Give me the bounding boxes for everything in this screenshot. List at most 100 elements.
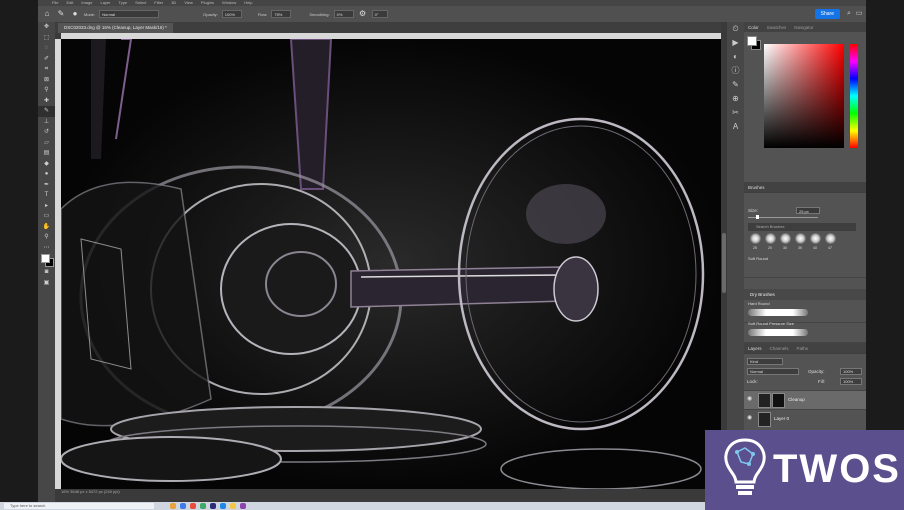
clone-stamp-tool-icon[interactable]: ⊥: [38, 117, 55, 128]
brush-tip-size: 35: [798, 246, 802, 250]
smoothing-field[interactable]: 0%: [333, 10, 354, 18]
brush-name: Soft Round Pressure Size: [748, 321, 795, 326]
history-brush-tool-icon[interactable]: ↺: [38, 127, 55, 138]
slider-knob[interactable]: [756, 215, 759, 219]
brush-tool-icon[interactable]: ✎: [38, 106, 55, 117]
tools-panel: ✥ ⬚ ◌ ✐ ⌗ ⊠ ⚲ ✚ ✎ ⊥ ↺ ▱ ▤ ◆ ● ✒ T ▸ ▭ ✋ …: [38, 22, 55, 502]
crop-tool-icon[interactable]: ⌗: [38, 64, 55, 75]
dodge-tool-icon[interactable]: ●: [38, 169, 55, 180]
document-tab[interactable]: DSC02033.dng @ 16% (Cleanup, Layer Mask/…: [58, 23, 173, 33]
flow-field[interactable]: 75%: [271, 10, 292, 18]
document-canvas[interactable]: [61, 39, 721, 489]
taskbar-app-icon[interactable]: [240, 503, 246, 509]
layer-mask-thumbnail[interactable]: [772, 393, 785, 408]
layer-row[interactable]: ◉ Layer 0: [744, 409, 866, 428]
taskbar-app-icon[interactable]: [230, 503, 236, 509]
tab-swatches[interactable]: Swatches: [767, 25, 787, 30]
brush-list-item[interactable]: Soft Round: [744, 255, 866, 278]
brush-settings-icon[interactable]: ✎: [727, 78, 744, 92]
saturation-value-field[interactable]: [764, 44, 844, 148]
foreground-color-swatch[interactable]: [41, 254, 50, 263]
tool-presets-icon[interactable]: ✂: [727, 106, 744, 120]
info-panel-icon[interactable]: ⓘ: [727, 64, 744, 78]
type-tool-icon[interactable]: T: [38, 190, 55, 201]
pen-tool-icon[interactable]: ✒: [38, 180, 55, 191]
more-tools-icon[interactable]: ⋯: [38, 243, 55, 254]
mode-select[interactable]: Normal: [99, 10, 160, 18]
quick-mask-icon[interactable]: ◙: [38, 267, 55, 278]
blur-tool-icon[interactable]: ◆: [38, 159, 55, 170]
brush-tip[interactable]: [825, 233, 836, 244]
tab-channels[interactable]: Channels: [770, 346, 789, 351]
layer-row[interactable]: ◉ Cleanup: [744, 390, 866, 409]
scrollbar-thumb[interactable]: [722, 233, 726, 293]
brush-list-item[interactable]: Soft Round Pressure Size: [744, 320, 866, 343]
brush-tip-size: 20: [768, 246, 772, 250]
visibility-eye-icon[interactable]: ◉: [747, 414, 752, 421]
eraser-tool-icon[interactable]: ▱: [38, 138, 55, 149]
brush-tool-preset-icon[interactable]: ✎: [56, 9, 66, 19]
blend-mode-select[interactable]: Normal: [747, 368, 799, 375]
gradient-tool-icon[interactable]: ▤: [38, 148, 55, 159]
color-panel-foreground[interactable]: [747, 36, 757, 46]
tab-paths[interactable]: Paths: [797, 346, 809, 351]
brush-tip[interactable]: [750, 233, 761, 244]
taskbar-app-icon[interactable]: [200, 503, 206, 509]
marquee-tool-icon[interactable]: ⬚: [38, 33, 55, 44]
layer-name: Cleanup: [788, 397, 805, 402]
layer-opacity-field[interactable]: 100%: [840, 368, 862, 375]
taskbar-search-input[interactable]: Type here to search: [4, 503, 154, 509]
brush-tip[interactable]: [780, 233, 791, 244]
move-tool-icon[interactable]: ✥: [38, 22, 55, 33]
adjustments-panel-icon[interactable]: ◐: [727, 50, 744, 64]
fill-field[interactable]: 100%: [840, 378, 862, 385]
actions-panel-icon[interactable]: ▶: [727, 36, 744, 50]
layer-thumbnail: [758, 412, 771, 427]
taskbar-app-icon[interactable]: [210, 503, 216, 509]
home-icon[interactable]: ⌂: [42, 9, 52, 19]
clone-source-icon[interactable]: ⊕: [727, 92, 744, 106]
tab-brushes[interactable]: Brushes: [748, 185, 765, 190]
brush-stroke-preview: [748, 329, 808, 336]
hue-slider[interactable]: [850, 44, 858, 148]
tab-color[interactable]: Color: [748, 25, 759, 30]
shape-tool-icon[interactable]: ▭: [38, 211, 55, 222]
lasso-tool-icon[interactable]: ◌: [38, 43, 55, 54]
workspace-icon[interactable]: ▭: [854, 9, 864, 19]
taskbar-app-icon[interactable]: [180, 503, 186, 509]
layer-kind-filter[interactable]: Kind: [747, 358, 783, 365]
tab-layers[interactable]: Layers: [748, 346, 762, 351]
hand-tool-icon[interactable]: ✋: [38, 222, 55, 233]
brush-tip[interactable]: [795, 233, 806, 244]
frame-tool-icon[interactable]: ⊠: [38, 75, 55, 86]
brush-tip[interactable]: [810, 233, 821, 244]
quick-select-tool-icon[interactable]: ✐: [38, 54, 55, 65]
brush-size-picker[interactable]: ●: [70, 9, 80, 19]
smoothing-settings-icon[interactable]: ⚙: [358, 9, 368, 19]
taskbar-app-icon[interactable]: [220, 503, 226, 509]
tab-navigator[interactable]: Navigator: [794, 25, 813, 30]
brush-angle-field[interactable]: 0°: [371, 10, 388, 18]
brush-size-slider[interactable]: [748, 215, 818, 219]
brush-size-field[interactable]: 25 px: [796, 207, 820, 214]
search-icon[interactable]: ⌕: [844, 9, 854, 19]
opacity-label: Opacity:: [203, 11, 218, 17]
healing-brush-tool-icon[interactable]: ✚: [38, 96, 55, 107]
brush-tip[interactable]: [765, 233, 776, 244]
path-select-tool-icon[interactable]: ▸: [38, 201, 55, 212]
brush-folder-dry-brushes[interactable]: Dry Brushes: [744, 289, 866, 300]
taskbar-app-icon[interactable]: [170, 503, 176, 509]
visibility-eye-icon[interactable]: ◉: [747, 395, 752, 402]
character-panel-icon[interactable]: A: [727, 120, 744, 134]
brush-search-input[interactable]: Search Brushes: [748, 223, 856, 231]
color-swatches[interactable]: [38, 253, 55, 267]
options-bar: ⌂ ✎ ● Mode: Normal Opacity: 100% Flow: 7…: [38, 6, 866, 22]
zoom-tool-icon[interactable]: ⚲: [38, 232, 55, 243]
screen-mode-icon[interactable]: ▣: [38, 278, 55, 289]
eyedropper-tool-icon[interactable]: ⚲: [38, 85, 55, 96]
taskbar-app-icon[interactable]: [190, 503, 196, 509]
share-button[interactable]: Share: [814, 9, 840, 19]
history-panel-icon[interactable]: ⏲: [727, 22, 744, 36]
opacity-field[interactable]: 100%: [221, 10, 242, 18]
brush-stroke-preview: [748, 309, 808, 316]
